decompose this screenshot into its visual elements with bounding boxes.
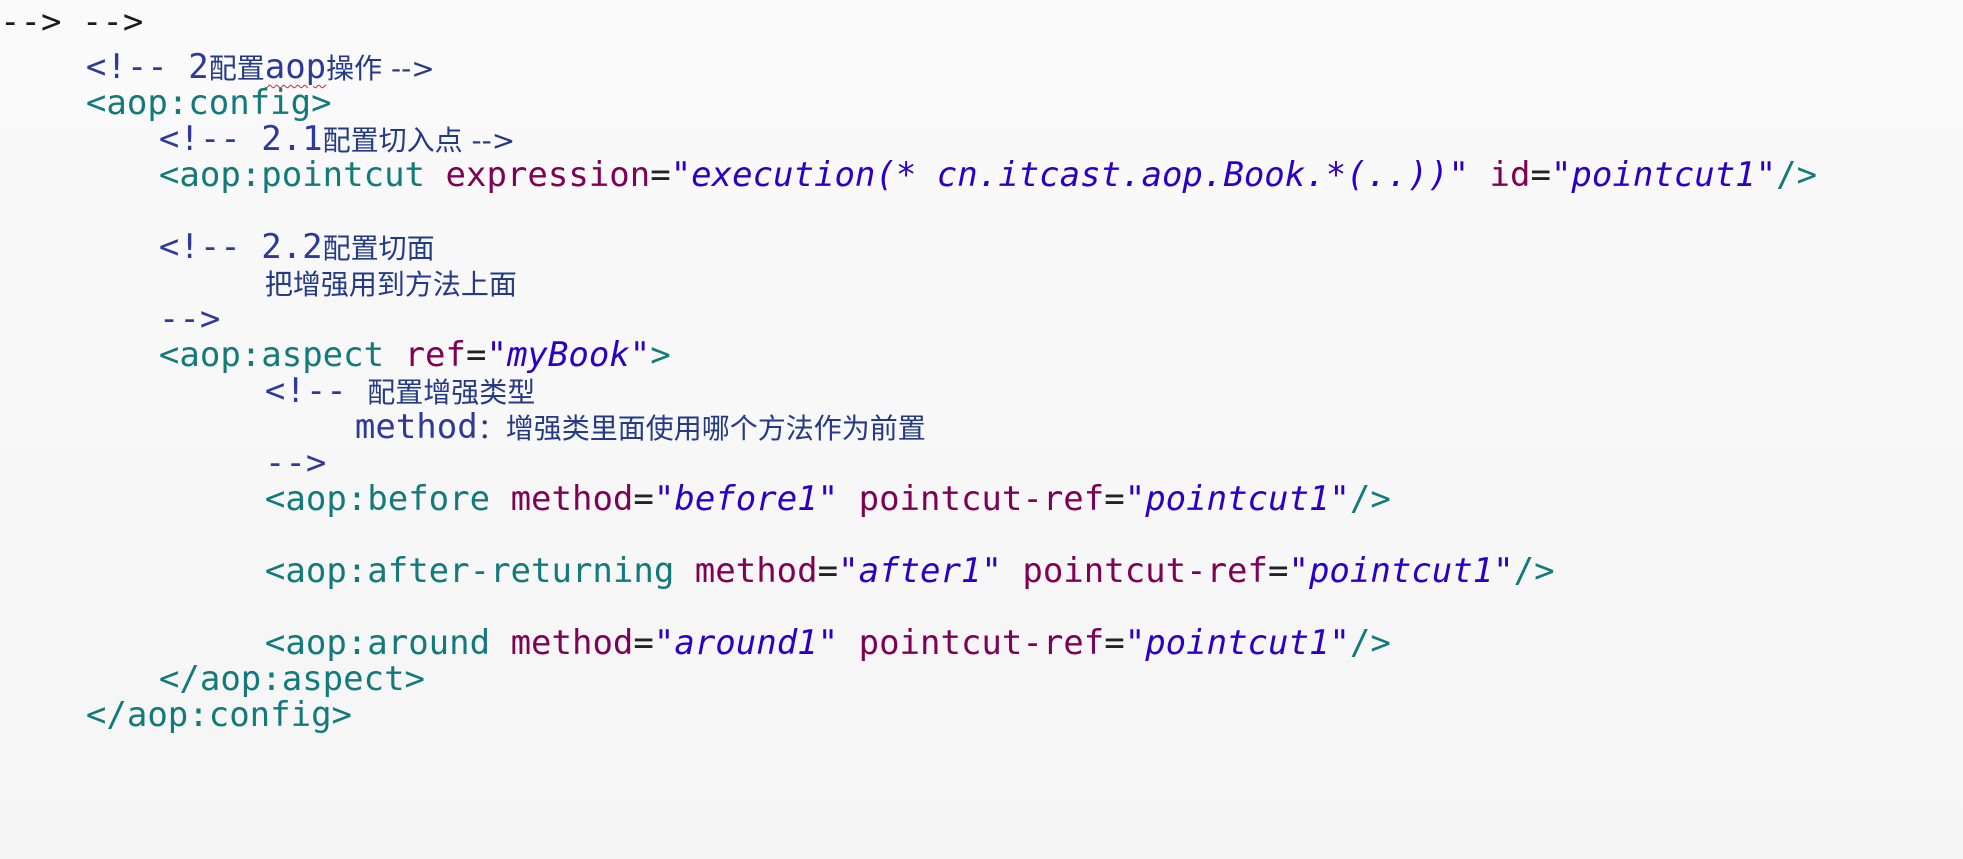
code-line-aop-config-close: </aop:config> xyxy=(4,648,352,735)
code-line-comment-aspect-desc: 把增强用到方法上面 xyxy=(183,216,517,301)
code-line-aop-before: <aop:before method="before1" pointcut-re… xyxy=(183,432,1391,519)
attribute-value: "execution(* cn.itcast.aop.Book.*(..))" xyxy=(670,155,1470,195)
attribute-name: method xyxy=(510,623,634,663)
tag-bracket: > xyxy=(404,659,426,699)
tag-bracket: /> xyxy=(1513,551,1555,591)
attribute-name: id xyxy=(1489,155,1531,195)
equals-sign: = xyxy=(650,155,671,195)
attribute-name: pointcut-ref xyxy=(858,623,1105,663)
tag-name: aop:config xyxy=(126,695,332,735)
code-line-aop-after-returning: <aop:after-returning method="after1" poi… xyxy=(183,504,1555,591)
tag-bracket: < xyxy=(158,335,180,375)
tag-bracket: /> xyxy=(1776,155,1818,195)
attribute-value: "pointcut1" xyxy=(1124,623,1350,663)
attribute-value: "pointcut1" xyxy=(1550,155,1777,195)
code-editor[interactable]: <!-- 2配置aop操作 --> <aop:config> <!-- 2.1配… xyxy=(0,0,1963,859)
attribute-name: expression xyxy=(445,155,651,195)
tag-bracket: </ xyxy=(85,695,127,735)
equals-sign: = xyxy=(1104,623,1125,663)
code-line-aop-pointcut: <aop:pointcut expression="execution(* cn… xyxy=(77,108,1817,195)
tag-bracket: /> xyxy=(1349,623,1391,663)
equals-sign: = xyxy=(1530,155,1551,195)
equals-sign: = xyxy=(633,623,654,663)
code-line-comment-method-desc: method：增强类里面使用哪个方法作为前置 xyxy=(273,360,926,447)
tag-bracket: > xyxy=(331,695,353,735)
attribute-value: "around1" xyxy=(653,623,839,663)
